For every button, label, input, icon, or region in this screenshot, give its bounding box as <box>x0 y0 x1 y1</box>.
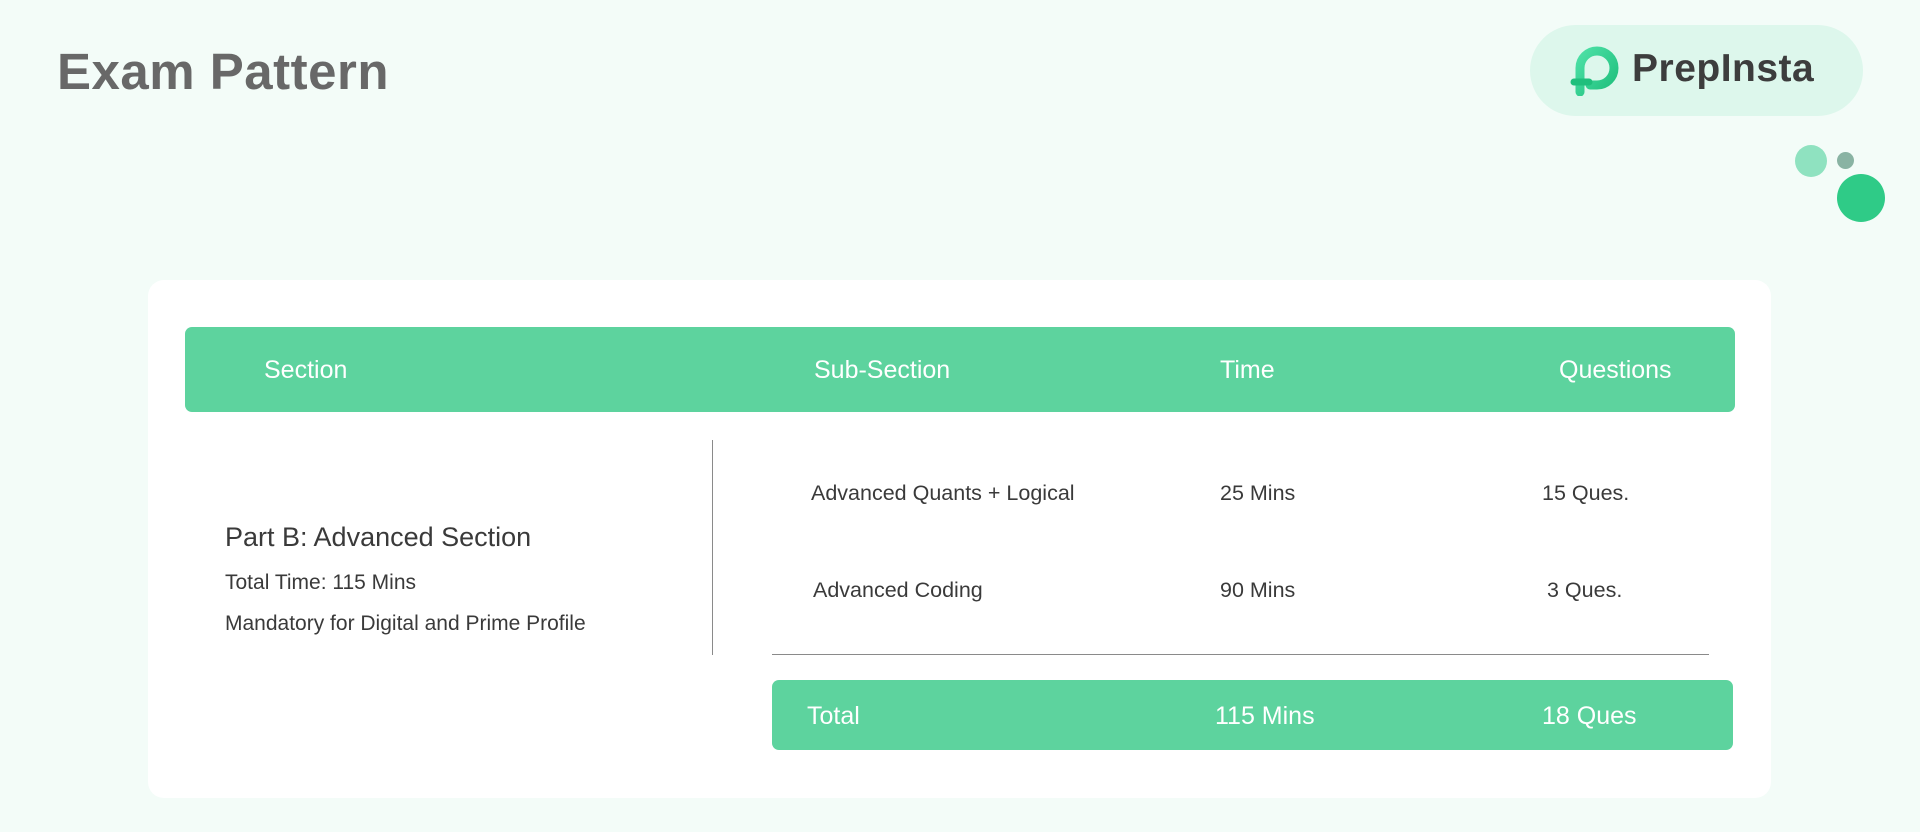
decorative-dot <box>1837 174 1885 222</box>
header-time: Time <box>1220 356 1275 384</box>
decorative-dot <box>1795 145 1827 177</box>
section-total-time: Total Time: 115 Mins <box>225 571 417 594</box>
section-info: Part B: Advanced Section Total Time: 115… <box>225 522 586 653</box>
vertical-divider <box>712 440 713 655</box>
section-name: Part B: Advanced Section <box>225 522 532 552</box>
slide: Exam Pattern PrepInsta Section Sub-Secti… <box>0 0 1920 832</box>
total-time: 115 Mins <box>1215 702 1315 730</box>
page-title: Exam Pattern <box>57 43 389 100</box>
row-time: 90 Mins <box>1220 578 1296 602</box>
row-time: 25 Mins <box>1220 481 1296 505</box>
total-label: Total <box>807 702 860 730</box>
total-questions: 18 Ques <box>1542 702 1637 730</box>
brand-badge: PrepInsta <box>1530 25 1863 116</box>
row-subsection: Advanced Coding <box>813 578 983 602</box>
prepinsta-logo-icon <box>1570 46 1619 96</box>
row-questions: 3 Ques. <box>1547 578 1623 602</box>
row-questions: 15 Ques. <box>1542 481 1630 505</box>
row-subsection: Advanced Quants + Logical <box>811 481 1075 505</box>
brand-name: PrepInsta <box>1632 47 1815 90</box>
header-questions: Questions <box>1559 356 1672 384</box>
exam-pattern-card: Section Sub-Section Time Questions Part … <box>148 280 1771 798</box>
header-subsection: Sub-Section <box>814 356 951 384</box>
total-row: Total 115 Mins 18 Ques <box>772 680 1733 750</box>
header-section: Section <box>264 356 348 384</box>
table-header: Section Sub-Section Time Questions <box>185 327 1735 412</box>
decorative-dot <box>1837 152 1854 169</box>
horizontal-divider <box>772 654 1709 655</box>
section-note: Mandatory for Digital and Prime Profile <box>225 612 586 635</box>
